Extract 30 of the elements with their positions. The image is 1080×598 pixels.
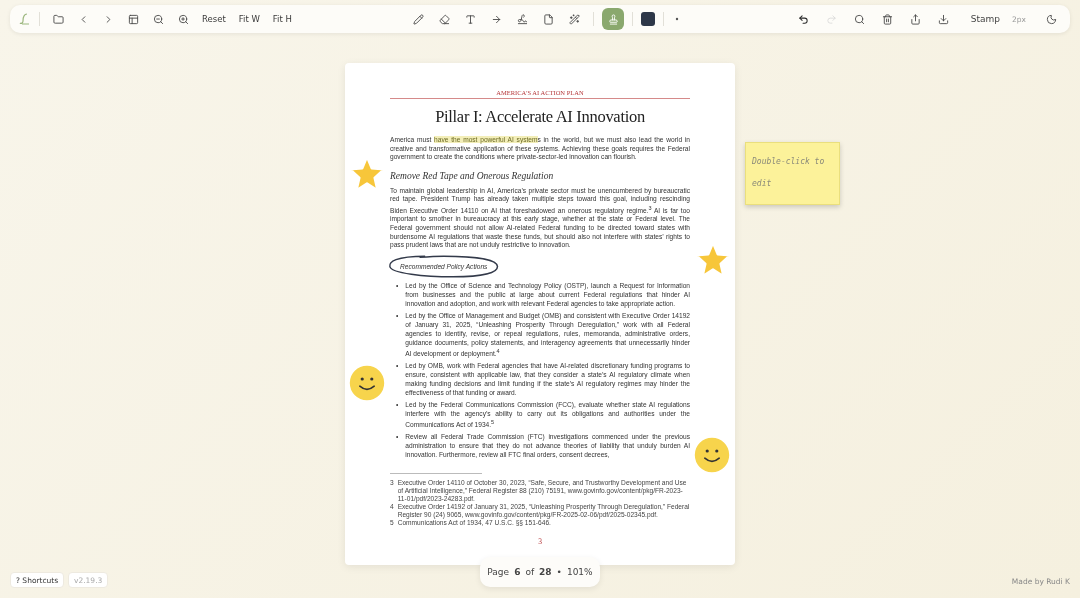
view-button[interactable]: Reset xyxy=(197,8,231,30)
text-icon xyxy=(464,13,476,25)
download-icon xyxy=(938,13,950,25)
zoom-in-icon xyxy=(177,13,189,25)
page-title: Pillar I: Accelerate AI Innovation xyxy=(434,107,646,127)
note-icon xyxy=(542,13,554,25)
active-tool-label: Stamp xyxy=(970,14,1000,24)
smiley-sticker[interactable] xyxy=(692,435,732,475)
color-swatch[interactable] xyxy=(641,12,656,26)
layout-icon xyxy=(127,13,139,25)
signature-icon xyxy=(516,13,528,25)
view-button[interactable]: Fit H xyxy=(267,8,297,30)
page-indicator: Page 6 of 28 • 101% xyxy=(480,557,600,587)
share-icon xyxy=(910,13,922,25)
stamp-icon xyxy=(607,13,619,25)
arrow-icon xyxy=(490,13,502,25)
trash-icon xyxy=(882,13,894,25)
moon-icon xyxy=(1045,13,1057,25)
section-heading: Remove Red Tape and Onerous Regulation xyxy=(390,170,555,181)
tool-button[interactable] xyxy=(602,8,625,30)
pencil-icon xyxy=(412,13,424,25)
zoom-out-icon xyxy=(152,13,164,25)
eraser-icon xyxy=(438,13,450,25)
folder-icon xyxy=(52,13,64,25)
view-button[interactable]: Fit W xyxy=(233,8,265,30)
logo-icon xyxy=(18,12,32,26)
search-icon xyxy=(854,13,866,25)
smiley-sticker[interactable] xyxy=(347,363,387,403)
wand-icon xyxy=(568,13,580,25)
lasso-stroke[interactable] xyxy=(388,254,500,278)
